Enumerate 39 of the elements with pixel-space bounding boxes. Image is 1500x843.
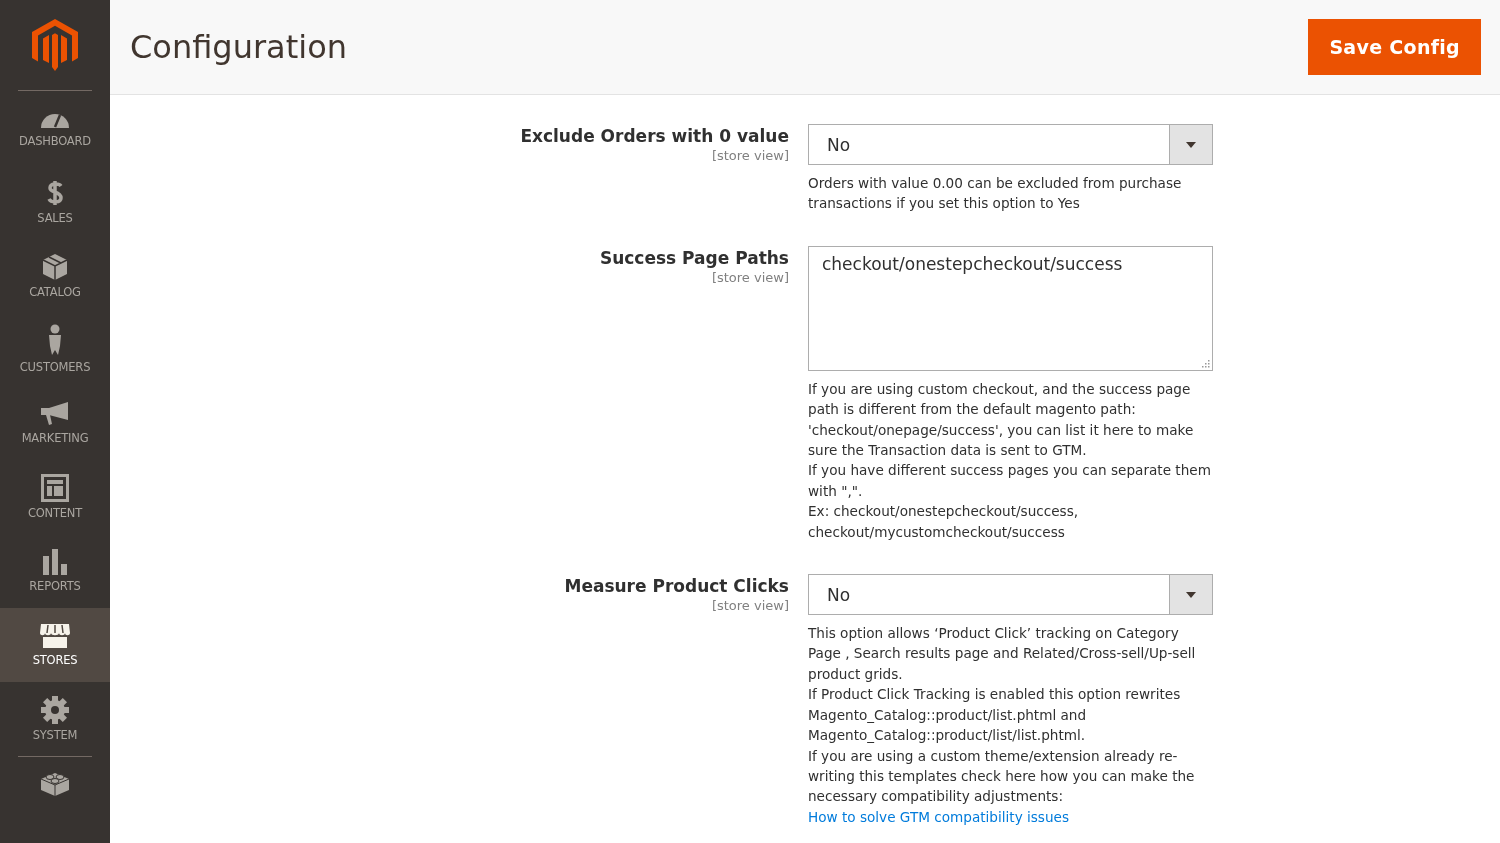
field-note: Ex: checkout/onestepcheckout/success, checkout/mycustomcheckout/success [808, 502, 1080, 542]
nav-item[interactable]: SYSTEM [0, 682, 110, 757]
nav-item[interactable]: CONTENT [0, 460, 110, 535]
nav-item[interactable]: DASHBOARD [0, 90, 110, 165]
save-button[interactable]: Save Config [1308, 19, 1481, 75]
logo-icon[interactable] [32, 18, 78, 71]
caret-icon [1186, 591, 1196, 598]
nav-item[interactable]: CATALOG [0, 238, 110, 313]
nav-item[interactable]: STORES [0, 608, 110, 683]
field-note: If you are using a custom theme/extension already re-writing this templates check here how you can make the necessary compatibility adjustments: [808, 746, 1196, 807]
dollar-icon [46, 178, 64, 207]
help-link[interactable]: How to solve GTM compatibility issues [808, 808, 1069, 825]
caret-icon [1186, 141, 1196, 148]
nav-item[interactable]: REPORTS [0, 534, 110, 609]
select-field[interactable]: No [808, 574, 1213, 616]
nav-item[interactable]: SALES [0, 164, 110, 239]
field-label: Success Page Paths [599, 247, 789, 268]
field-note: This option allows ‘Product Click’ tracking on Category Page , Search results page and Related/Cross-sell/Up-sell product grids. [808, 624, 1197, 684]
field-label: Exclude Orders with 0 value [520, 126, 789, 146]
resize-grip-icon[interactable] [1200, 357, 1210, 368]
field-note: If you have different success pages you can separate them with ",". [808, 461, 1212, 501]
field-label: Measure Product Clicks [564, 576, 789, 597]
field-note: If you are using custom checkout, and the success page path is different from the default magento path: 'checkout/onepage/success', you can list it here to make sure the Transaction data is sent to GTM. [808, 379, 1195, 461]
layout-icon [41, 474, 69, 503]
scope-label: [store view] [711, 148, 789, 163]
scope-label: [store view] [711, 269, 789, 285]
scope-label: [store view] [711, 598, 789, 614]
nav-item[interactable]: MARKETING [0, 386, 110, 461]
person-icon [47, 324, 63, 357]
storefront-icon [39, 623, 71, 650]
field-note: If Product Click Tracking is enabled this option rewrites Magento_Catalog::product/list.phtml and Magento_Catalog::product/list/list.phtml. [808, 685, 1182, 746]
bar-chart-icon [42, 549, 68, 576]
text-area[interactable]: checkout/onestepcheckout/success [808, 245, 1213, 371]
field-note: Orders with value 0.00 can be excluded from purchase transactions if you set this option to Yes [808, 174, 1183, 214]
nav-item[interactable]: CUSTOMERS [0, 312, 110, 387]
page-title: Configuration [130, 28, 347, 66]
box-icon [42, 252, 68, 281]
select-field[interactable]: No [808, 124, 1213, 165]
megaphone-icon [40, 401, 70, 428]
